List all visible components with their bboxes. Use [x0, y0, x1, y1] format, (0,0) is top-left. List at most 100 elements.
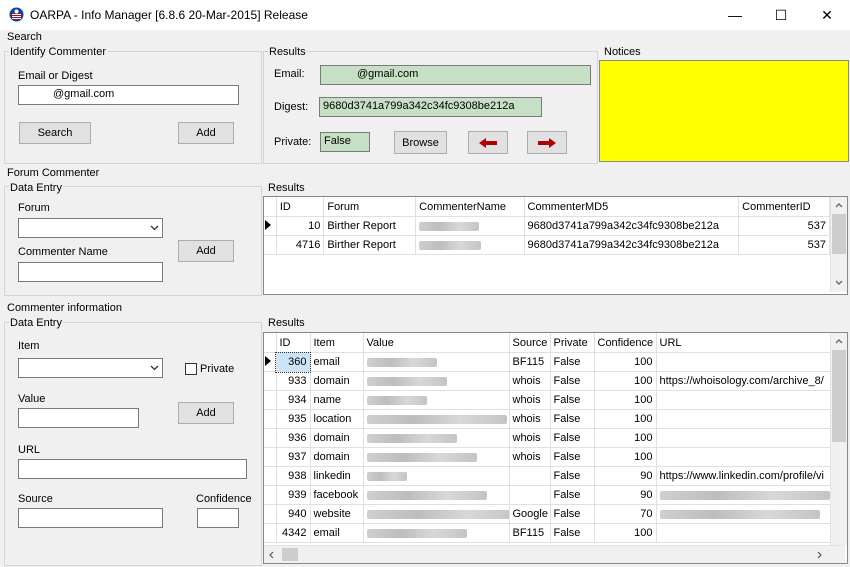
cell-commenter-name[interactable]: [415, 216, 525, 236]
cell-confidence[interactable]: 70: [594, 504, 657, 524]
row-selector[interactable]: [264, 485, 277, 505]
cell-confidence[interactable]: 100: [594, 428, 657, 448]
cell-id[interactable]: 938: [276, 466, 311, 486]
cell-url[interactable]: https://www.linkedin.com/profile/vi: [656, 466, 847, 486]
cell-source[interactable]: [509, 485, 551, 505]
table-row[interactable]: 4342 email BF115 False 100: [264, 523, 847, 543]
row-selector[interactable]: [264, 523, 277, 543]
commenter-name-input[interactable]: [18, 262, 163, 282]
column-header[interactable]: ID: [276, 197, 325, 217]
cell-confidence[interactable]: 100: [594, 352, 657, 372]
cell-value[interactable]: [363, 428, 510, 448]
cell-commenter-id[interactable]: 537: [738, 235, 830, 255]
table-row[interactable]: 933 domain whois False 100 https://whoisology…: [264, 371, 847, 391]
scroll-right-icon[interactable]: [817, 551, 823, 559]
cell-item[interactable]: domain: [310, 447, 364, 467]
source-input[interactable]: [18, 508, 163, 528]
previous-button[interactable]: [468, 131, 508, 154]
table-row[interactable]: 940 website Google False 70: [264, 504, 847, 524]
maximize-button[interactable]: ☐: [758, 0, 804, 30]
info-results-grid[interactable]: ID Item Value Source Private Confidence …: [263, 332, 848, 564]
cell-private[interactable]: False: [550, 466, 595, 486]
cell-commenter-name[interactable]: [415, 235, 525, 255]
cell-value[interactable]: [363, 504, 510, 524]
row-selector[interactable]: [264, 504, 277, 524]
forum-select[interactable]: [18, 218, 163, 238]
cell-source[interactable]: whois: [509, 371, 551, 391]
cell-id[interactable]: 934: [276, 390, 311, 410]
cell-id[interactable]: 360: [275, 351, 311, 373]
cell-item[interactable]: name: [310, 390, 364, 410]
column-header[interactable]: Confidence: [594, 333, 657, 353]
cell-item[interactable]: website: [310, 504, 364, 524]
row-selector[interactable]: [264, 409, 277, 429]
row-selector[interactable]: [264, 447, 277, 467]
cell-item[interactable]: domain: [310, 428, 364, 448]
cell-url[interactable]: [656, 523, 847, 543]
scroll-thumb[interactable]: [832, 214, 846, 254]
column-header[interactable]: Private: [550, 333, 595, 353]
column-header[interactable]: Forum: [323, 197, 417, 217]
cell-item[interactable]: domain: [310, 371, 364, 391]
private-checkbox[interactable]: [185, 363, 197, 375]
table-row[interactable]: 360 email BF115 False 100: [264, 351, 847, 373]
cell-id[interactable]: 10: [276, 216, 325, 236]
column-header[interactable]: Source: [509, 333, 551, 353]
cell-confidence[interactable]: 100: [594, 447, 657, 467]
cell-item[interactable]: email: [310, 523, 364, 543]
confidence-input[interactable]: [197, 508, 239, 528]
cell-id[interactable]: 937: [276, 447, 311, 467]
column-header[interactable]: ID: [276, 333, 311, 353]
minimize-button[interactable]: —: [712, 0, 758, 30]
column-header[interactable]: URL: [656, 333, 847, 353]
cell-url[interactable]: [656, 485, 847, 505]
cell-value[interactable]: [363, 409, 510, 429]
cell-source[interactable]: whois: [509, 447, 551, 467]
table-row[interactable]: 4716 Birther Report 9680d3741a799a342c34…: [264, 235, 830, 255]
cell-url[interactable]: [656, 428, 847, 448]
scroll-left-icon[interactable]: [268, 551, 274, 559]
cell-url[interactable]: https://whoisology.com/archive_8/: [656, 371, 847, 391]
cell-source[interactable]: whois: [509, 390, 551, 410]
cell-source[interactable]: whois: [509, 428, 551, 448]
next-button[interactable]: [527, 131, 567, 154]
cell-confidence[interactable]: 90: [594, 466, 657, 486]
cell-id[interactable]: 939: [276, 485, 311, 505]
table-row[interactable]: 934 name whois False 100: [264, 390, 847, 410]
row-selector[interactable]: [264, 371, 277, 391]
info-add-button[interactable]: Add: [178, 402, 234, 424]
cell-confidence[interactable]: 100: [594, 371, 657, 391]
cell-private[interactable]: False: [550, 523, 595, 543]
cell-private[interactable]: False: [550, 390, 595, 410]
cell-item[interactable]: email: [310, 352, 364, 372]
cell-commenter-id[interactable]: 537: [738, 216, 830, 236]
cell-confidence[interactable]: 100: [594, 390, 657, 410]
info-vertical-scrollbar[interactable]: [830, 333, 847, 545]
scroll-thumb[interactable]: [832, 350, 846, 442]
cell-value[interactable]: [363, 390, 510, 410]
forum-results-grid[interactable]: ID Forum CommenterName CommenterMD5 Comm…: [263, 196, 848, 295]
identify-add-button[interactable]: Add: [178, 122, 234, 144]
forum-vertical-scrollbar[interactable]: [830, 197, 847, 292]
cell-confidence[interactable]: 90: [594, 485, 657, 505]
cell-confidence[interactable]: 100: [594, 523, 657, 543]
table-row[interactable]: 10 Birther Report 9680d3741a799a342c34fc…: [264, 216, 830, 236]
cell-url[interactable]: [656, 352, 847, 372]
cell-value[interactable]: [363, 447, 510, 467]
row-selector[interactable]: [264, 428, 277, 448]
cell-private[interactable]: False: [550, 485, 595, 505]
browse-button[interactable]: Browse: [394, 131, 447, 154]
row-selector[interactable]: [264, 466, 277, 486]
cell-url[interactable]: [656, 447, 847, 467]
value-input[interactable]: [18, 408, 139, 428]
cell-url[interactable]: [656, 409, 847, 429]
cell-confidence[interactable]: 100: [594, 409, 657, 429]
cell-id[interactable]: 933: [276, 371, 311, 391]
scroll-up-icon[interactable]: [835, 338, 843, 344]
cell-source[interactable]: BF115: [509, 523, 551, 543]
cell-forum[interactable]: Birther Report: [323, 216, 417, 236]
cell-private[interactable]: False: [550, 409, 595, 429]
cell-source[interactable]: whois: [509, 409, 551, 429]
cell-source[interactable]: BF115: [509, 352, 551, 372]
table-row[interactable]: 938 linkedin False 90 https://www.linkedin.c…: [264, 466, 847, 486]
